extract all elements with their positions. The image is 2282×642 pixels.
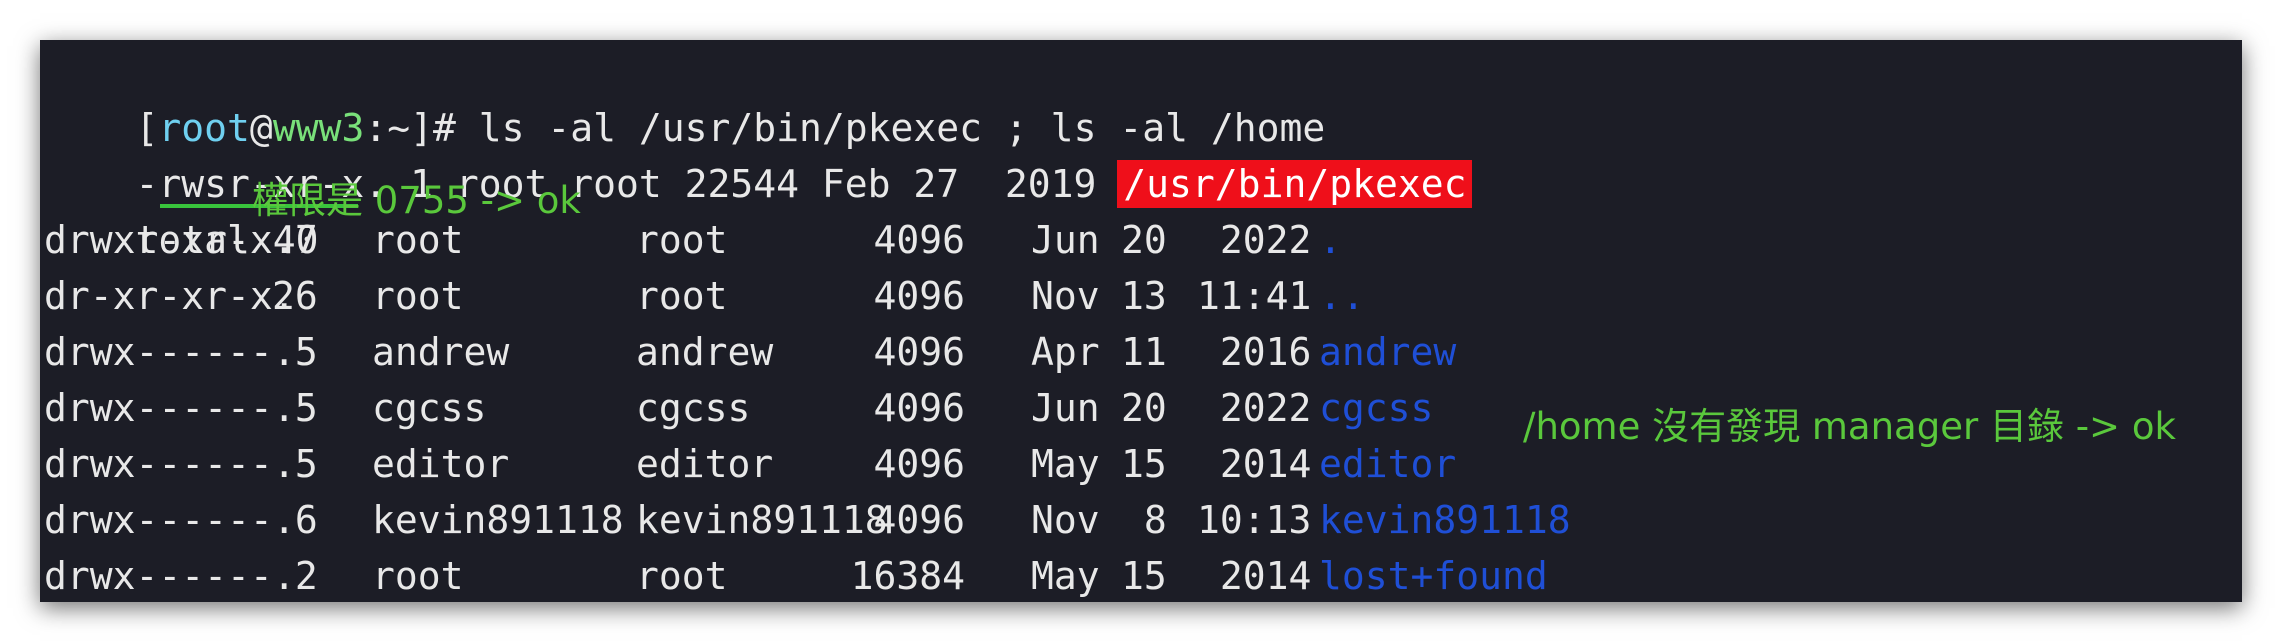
listing-time: 11:41	[1197, 274, 1312, 318]
listing-owner: root	[372, 274, 464, 318]
home-annotation: /home 沒有發現 manager 目錄 -> ok	[1523, 405, 2176, 448]
listing-links: 2	[272, 554, 318, 598]
listing-links: 7	[272, 218, 318, 262]
pkexec-line: -rwsr-xr-x. 1 root root 22544 Feb 27 201…	[44, 100, 1473, 208]
listing-month: May	[1031, 442, 1100, 486]
listing-group: root	[636, 218, 728, 262]
listing-name[interactable]: andrew	[1319, 324, 1456, 380]
listing-day: 13	[1121, 274, 1167, 318]
listing-day: 15	[1121, 442, 1167, 486]
listing-size: 4096	[873, 498, 965, 542]
listing-owner: root	[372, 218, 464, 262]
listing-group: editor	[636, 442, 774, 486]
listing-size: 4096	[873, 274, 965, 318]
listing-links: 5	[272, 330, 318, 374]
listing-owner: cgcss	[372, 386, 487, 430]
listing-perms: drwx------.	[44, 386, 296, 430]
listing-size: 4096	[873, 442, 965, 486]
listing-size: 4096	[873, 330, 965, 374]
listing-group: root	[636, 274, 728, 318]
listing-row: drwx------. 5 andrew andrew 4096 Apr 11 2016 a…	[40, 324, 2242, 380]
listing-size: 4096	[873, 218, 965, 262]
listing-name[interactable]: .	[1319, 212, 1342, 268]
listing-links: 26	[272, 274, 318, 318]
listing-owner: kevin891118	[372, 498, 624, 542]
listing-links: 5	[272, 386, 318, 430]
listing-day: 11	[1121, 330, 1167, 374]
listing-day: 15	[1121, 554, 1167, 598]
listing-month: May	[1031, 554, 1100, 598]
terminal-window[interactable]: [root@www3:~]# ls -al /usr/bin/pkexec ; …	[40, 40, 2242, 602]
listing-row: drwx------. 6 kevin891118 kevin891118 4096 N…	[40, 492, 2242, 548]
pkexec-path-highlight: /usr/bin/pkexec	[1117, 160, 1473, 208]
listing-row: drwxr-xr-x. 7 root root 4096 Jun 20 2022.	[40, 212, 2242, 268]
listing-month: Apr	[1031, 330, 1100, 374]
listing-time: 2016	[1197, 330, 1312, 374]
listing-time: 2022	[1197, 386, 1312, 430]
listing-month: Jun	[1031, 386, 1100, 430]
listing-day: 8	[1121, 498, 1167, 542]
listing-perms: drwx------.	[44, 498, 296, 542]
listing-owner: andrew	[372, 330, 510, 374]
listing-perms: dr-xr-xr-x.	[44, 274, 296, 318]
listing-group: andrew	[636, 330, 774, 374]
listing-links: 6	[272, 498, 318, 542]
listing-name[interactable]: lost+found	[1319, 548, 1548, 604]
listing-time: 2022	[1197, 218, 1312, 262]
listing-group: root	[636, 554, 728, 598]
listing-size: 4096	[873, 386, 965, 430]
listing-row: drwx------. 2 root root 16384 May 15 2014 lost…	[40, 548, 2242, 604]
listing-time: 2014	[1197, 554, 1312, 598]
listing-owner: root	[372, 554, 464, 598]
listing-group: kevin891118	[636, 498, 888, 542]
listing-month: Nov	[1031, 498, 1100, 542]
listing-day: 20	[1121, 386, 1167, 430]
listing-row: dr-xr-xr-x. 26 root root 4096 Nov 13 11:41..	[40, 268, 2242, 324]
listing-time: 10:13	[1197, 498, 1312, 542]
listing-name[interactable]: editor	[1319, 436, 1456, 492]
listing-name[interactable]: ..	[1319, 268, 1365, 324]
prompt-line: [root@www3:~]# ls -al /usr/bin/pkexec ; …	[44, 44, 1326, 150]
listing-time: 2014	[1197, 442, 1312, 486]
listing-perms: drwx------.	[44, 554, 296, 598]
listing-name[interactable]: cgcss	[1319, 380, 1433, 436]
listing-size: 16384	[850, 554, 965, 598]
listing-month: Jun	[1031, 218, 1100, 262]
listing-name[interactable]: kevin891118	[1319, 492, 1571, 548]
listing-day: 20	[1121, 218, 1167, 262]
listing-perms: drwxr-xr-x.	[44, 218, 296, 262]
listing-group: cgcss	[636, 386, 751, 430]
listing-month: Nov	[1031, 274, 1100, 318]
listing-perms: drwx------.	[44, 330, 296, 374]
listing-owner: editor	[372, 442, 510, 486]
listing-links: 5	[272, 442, 318, 486]
listing-perms: drwx------.	[44, 442, 296, 486]
